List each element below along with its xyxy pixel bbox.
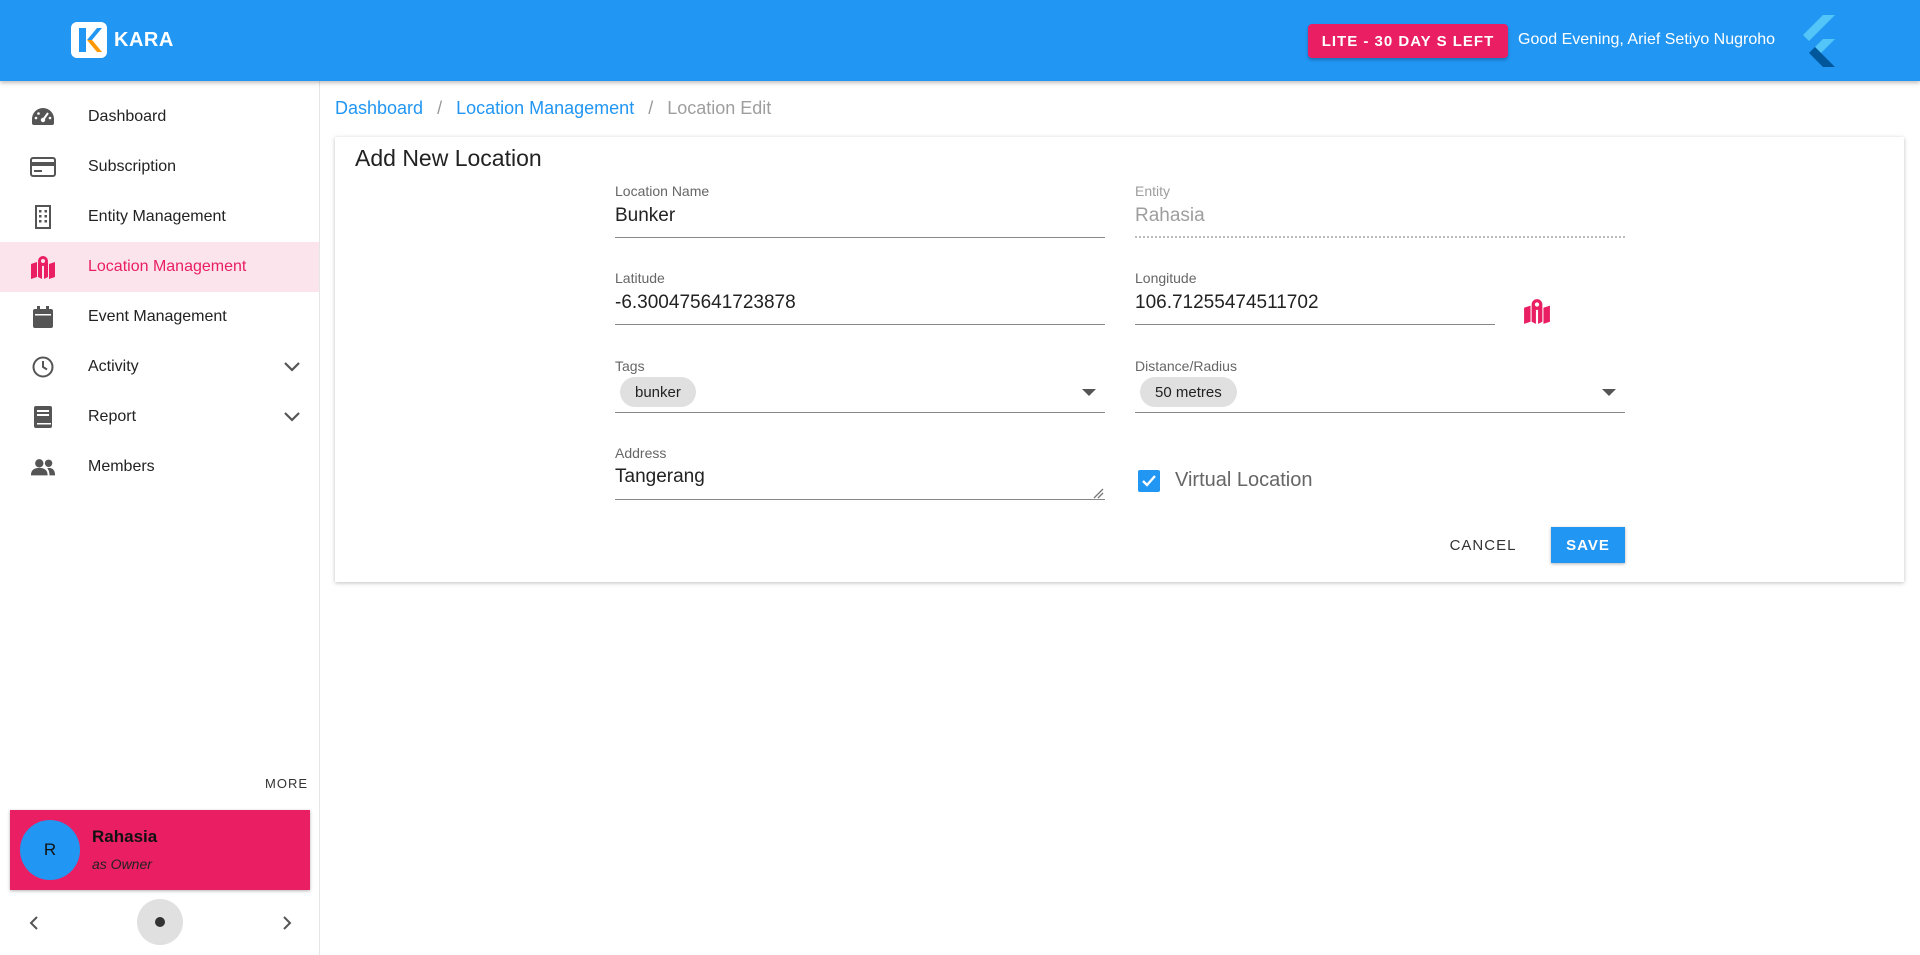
more-button[interactable]: MORE xyxy=(265,776,308,791)
sidebar-item-event-management[interactable]: Event Management xyxy=(0,292,319,342)
subscription-badge[interactable]: LITE - 30 DAY S LEFT xyxy=(1308,24,1508,58)
longitude-label: Longitude xyxy=(1135,270,1197,286)
chevron-right-icon[interactable] xyxy=(275,911,299,935)
radius-label: Distance/Radius xyxy=(1135,358,1237,374)
calendar-icon xyxy=(30,304,56,330)
chevron-left-icon[interactable] xyxy=(22,911,46,935)
speedometer-icon xyxy=(30,104,56,130)
sidebar-item-label: Entity Management xyxy=(88,208,226,225)
entity-field: Rahasia xyxy=(1135,205,1205,226)
breadcrumb-separator: / xyxy=(437,98,443,118)
chevron-down-icon[interactable] xyxy=(280,355,304,379)
building-icon xyxy=(30,204,56,230)
people-icon xyxy=(30,454,56,480)
breadcrumb-current: Location Edit xyxy=(667,98,772,118)
user-name: Rahasia xyxy=(92,827,158,846)
brand-name: KARA xyxy=(114,29,174,51)
sidebar: Dashboard Subscription Entity Management… xyxy=(0,81,320,955)
pager-dot-icon[interactable] xyxy=(137,899,183,945)
tag-chip[interactable]: bunker xyxy=(620,377,696,407)
virtual-location-checkbox[interactable] xyxy=(1138,470,1160,492)
entity-underline xyxy=(1135,236,1625,238)
credit-card-icon xyxy=(30,154,56,180)
address-underline xyxy=(615,499,1105,500)
resize-handle-icon[interactable] xyxy=(1092,486,1104,499)
address-label: Address xyxy=(615,445,667,461)
kara-logo-icon[interactable] xyxy=(71,22,107,58)
breadcrumb-dashboard[interactable]: Dashboard xyxy=(335,98,423,119)
sidebar-item-label: Activity xyxy=(88,358,139,375)
latitude-label: Latitude xyxy=(615,270,665,286)
latitude-input[interactable]: -6.300475641723878 xyxy=(615,292,796,314)
cancel-button[interactable]: CANCEL xyxy=(1440,527,1526,563)
breadcrumb-separator: / xyxy=(648,98,654,118)
sidebar-item-members[interactable]: Members xyxy=(0,442,319,492)
sidebar-item-label: Report xyxy=(88,408,137,425)
user-role: as Owner xyxy=(92,856,152,872)
breadcrumb-location-management[interactable]: Location Management xyxy=(456,98,634,119)
tags-underline xyxy=(615,412,1105,413)
location-name-underline xyxy=(615,237,1105,238)
flutter-logo-icon xyxy=(1795,13,1843,69)
sidebar-item-report[interactable]: Report xyxy=(0,392,319,442)
sidebar-item-subscription[interactable]: Subscription xyxy=(0,142,319,192)
clock-icon xyxy=(30,354,56,380)
page-title: Add New Location xyxy=(355,145,542,171)
virtual-location-label: Virtual Location xyxy=(1175,469,1313,491)
radius-dropdown-icon[interactable] xyxy=(1602,389,1616,396)
app-header: KARA LITE - 30 DAY S LEFT Good Evening, … xyxy=(0,0,1920,81)
sidebar-item-dashboard[interactable]: Dashboard xyxy=(0,92,319,142)
avatar: R xyxy=(20,820,80,880)
location-name-input[interactable]: Bunker xyxy=(615,205,675,227)
map-picker-icon[interactable] xyxy=(1521,295,1553,327)
longitude-input[interactable]: 106.71255474511702 xyxy=(1135,292,1319,314)
sidebar-item-entity-management[interactable]: Entity Management xyxy=(0,192,319,242)
chevron-down-icon[interactable] xyxy=(280,405,304,429)
entity-label: Entity xyxy=(1135,183,1171,199)
user-greeting: Good Evening, Arief Setiyo Nugroho xyxy=(1518,31,1776,48)
longitude-underline xyxy=(1135,324,1495,325)
location-name-label: Location Name xyxy=(615,183,710,199)
breadcrumb: Dashboard / Location Management / Locati… xyxy=(335,98,771,119)
sidebar-item-label: Event Management xyxy=(88,308,227,325)
user-card[interactable]: R Rahasia as Owner xyxy=(10,810,310,890)
tags-dropdown-icon[interactable] xyxy=(1082,389,1096,396)
sidebar-item-activity[interactable]: Activity xyxy=(0,342,319,392)
sidebar-item-location-management[interactable]: Location Management xyxy=(0,242,319,292)
save-button[interactable]: SAVE xyxy=(1551,527,1625,563)
book-icon xyxy=(30,404,56,430)
sidebar-item-label: Location Management xyxy=(88,258,247,275)
sidebar-item-label: Dashboard xyxy=(88,108,167,125)
radius-chip[interactable]: 50 metres xyxy=(1140,377,1237,407)
sidebar-item-label: Subscription xyxy=(88,158,177,175)
radius-underline xyxy=(1135,412,1625,413)
sidebar-item-label: Members xyxy=(88,458,155,475)
tags-label: Tags xyxy=(615,358,645,374)
location-form-card: Add New Location Location Name Bunker En… xyxy=(335,137,1904,582)
address-textarea[interactable]: Tangerang xyxy=(615,466,705,488)
latitude-underline xyxy=(615,324,1105,325)
map-marker-icon xyxy=(30,254,56,280)
